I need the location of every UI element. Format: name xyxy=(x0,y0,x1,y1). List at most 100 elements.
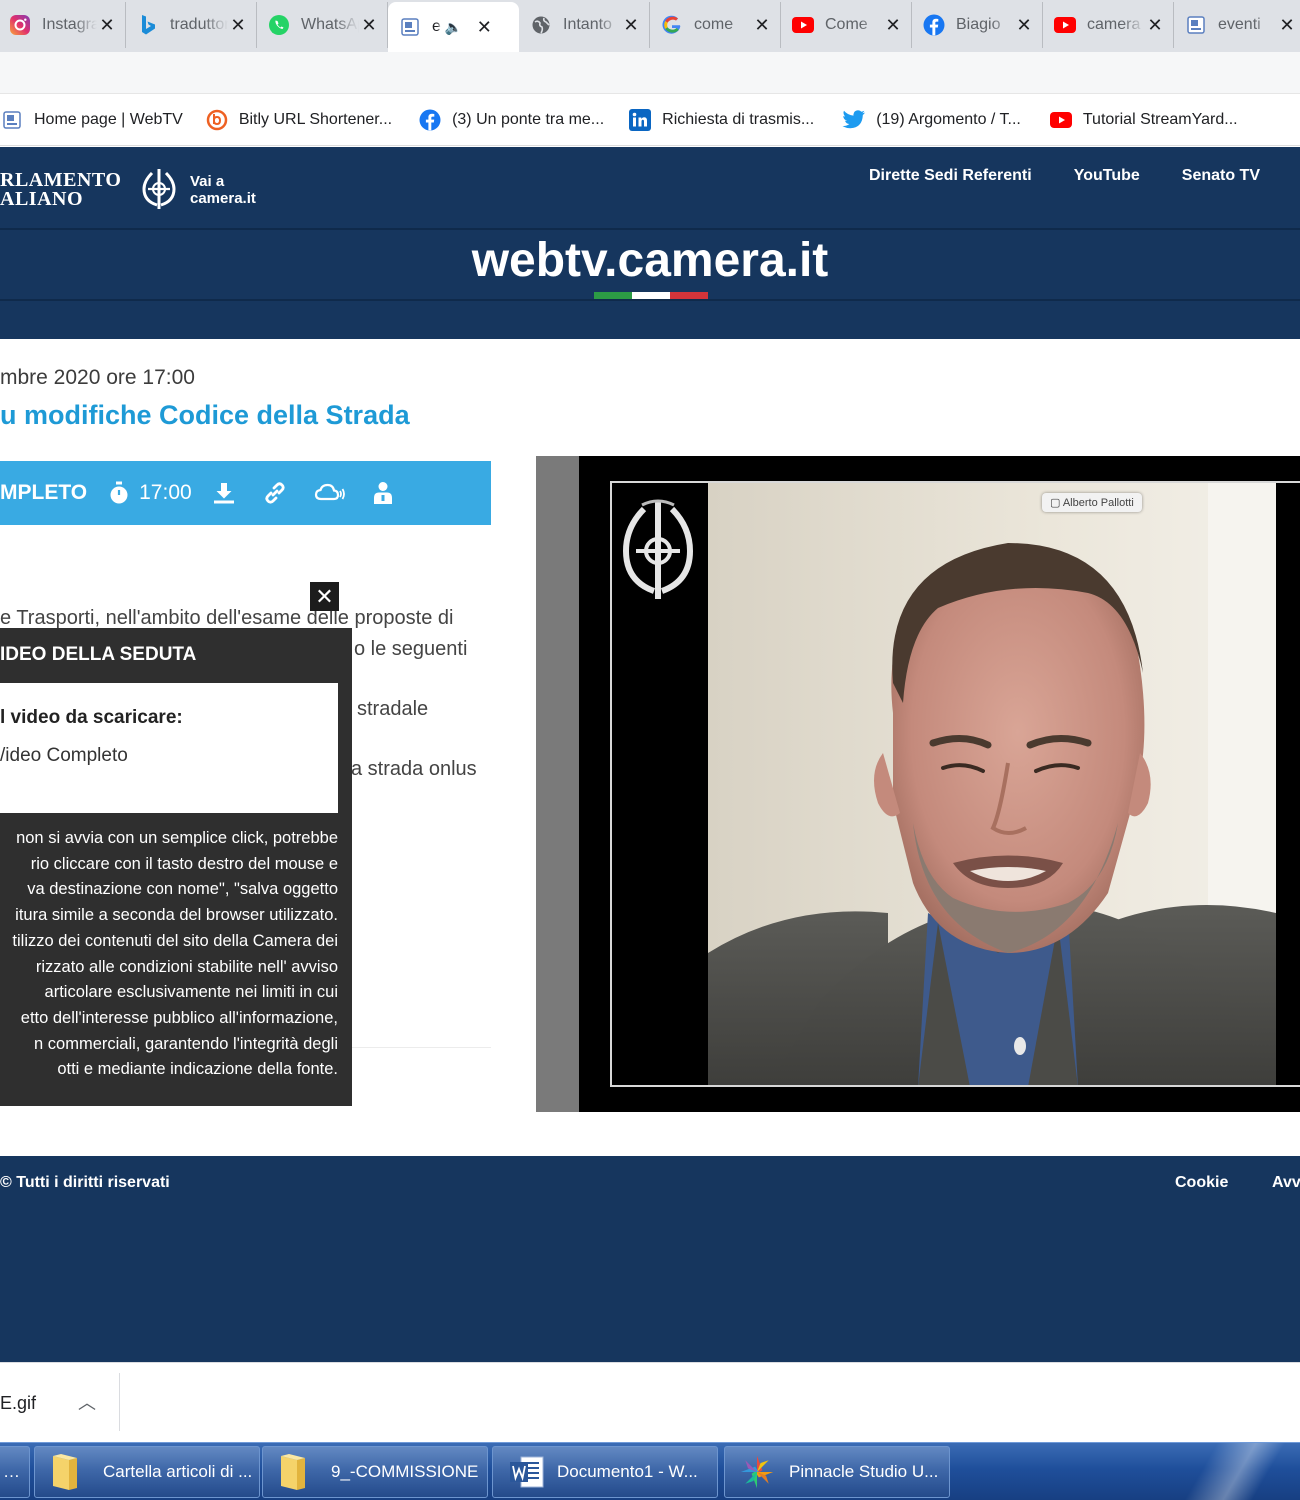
notice-line: rizzato alle condizioni stabilite nell' … xyxy=(35,957,338,976)
close-icon[interactable]: ✕ xyxy=(621,15,641,36)
camera-emblem-icon xyxy=(140,167,178,216)
shelf-divider xyxy=(119,1373,120,1431)
ellipsis-icon: … xyxy=(3,1462,20,1481)
youtube-icon xyxy=(1049,108,1073,132)
notice-line: etto dell'interesse pubblico all'informa… xyxy=(20,1008,338,1027)
header-divider xyxy=(0,228,1300,230)
download-icon[interactable] xyxy=(212,481,236,505)
tab-title: Come xyxy=(825,16,868,33)
tab-webtv-active[interactable]: e 🔈 ✕ xyxy=(388,2,519,52)
parliament-logo[interactable]: RLAMENTO ALIANO xyxy=(0,170,121,209)
speaker-name: Alberto Pallotti xyxy=(1062,497,1134,509)
bookmark-facebook[interactable]: (3) Un ponte tra me... xyxy=(418,108,604,132)
notice-line: otti e mediante indicazione della fonte. xyxy=(57,1060,338,1079)
taskbar-item-pinnacle[interactable]: Pinnacle Studio U... xyxy=(724,1446,950,1498)
session-datetime: mbre 2020 ore 17:00 xyxy=(0,366,195,389)
bookmark-youtube[interactable]: Tutorial StreamYard... xyxy=(1049,108,1238,132)
close-icon[interactable]: ✕ xyxy=(1277,15,1297,36)
bookmarks-bar: Home page | WebTV Bitly URL Shortener...… xyxy=(0,94,1300,146)
site-title[interactable]: webtv.camera.it xyxy=(0,233,1300,288)
tab-title: traduttore xyxy=(170,16,228,33)
close-icon[interactable]: ✕ xyxy=(1145,15,1165,36)
close-icon[interactable]: ✕ xyxy=(883,15,903,36)
body-text-line: stradale xyxy=(357,698,429,720)
flag-white xyxy=(632,292,670,299)
tab-eventi[interactable]: eventi ✕ xyxy=(1174,2,1300,48)
chevron-up-icon[interactable]: ︿ xyxy=(78,1389,96,1415)
google-icon xyxy=(660,13,684,37)
instagram-icon xyxy=(8,13,32,37)
download-shelf: E.gif ︿ xyxy=(0,1362,1300,1442)
link-icon[interactable] xyxy=(262,481,288,505)
close-icon[interactable]: ✕ xyxy=(97,15,117,36)
folder-icon xyxy=(275,1452,311,1492)
youtube-icon xyxy=(791,13,815,37)
taskbar-start-stub[interactable]: … xyxy=(0,1446,30,1498)
notice-line: rio cliccare con il tasto destro del mou… xyxy=(30,854,338,873)
bookmark-webtv[interactable]: Home page | WebTV xyxy=(0,108,183,132)
video-completo-label[interactable]: MPLETO xyxy=(0,481,87,505)
close-icon[interactable]: ✕ xyxy=(228,15,248,36)
top-navigation: Dirette Sedi Referenti YouTube Senato TV xyxy=(869,167,1260,185)
popup-title: IDEO DELLA SEDUTA xyxy=(0,644,197,665)
footer-link-cookie[interactable]: Cookie xyxy=(1175,1174,1228,1192)
browser-tab-strip: Instagram ✕ traduttore ✕ WhatsApp ✕ e 🔈 … xyxy=(0,0,1300,52)
vai-a-camera-link[interactable]: Vai a camera.it xyxy=(190,173,256,207)
cloud-stream-icon[interactable] xyxy=(314,482,346,504)
popup-close-button[interactable]: ✕ xyxy=(310,582,339,611)
speaker-icon[interactable]: 🔈 xyxy=(445,19,462,36)
facebook-icon xyxy=(922,13,946,37)
tab-whatsapp[interactable]: WhatsApp ✕ xyxy=(257,2,388,48)
tab-title: eventi xyxy=(1218,16,1261,33)
tab-title: come xyxy=(694,16,734,33)
bookmark-twitter[interactable]: (19) Argomento / T... xyxy=(842,108,1021,132)
taskbar-item-cartella[interactable]: Cartella articoli di ... xyxy=(34,1446,260,1498)
bookmark-linkedin[interactable]: Richiesta di trasmis... xyxy=(628,108,814,132)
taskbar-label: Documento1 - W... xyxy=(557,1462,698,1481)
bookmark-bitly[interactable]: Bitly URL Shortener... xyxy=(205,108,392,132)
tab-intanto[interactable]: Intanto ✕ xyxy=(519,2,650,48)
windows-taskbar: … Cartella articoli di ... 9_-COMMISSION… xyxy=(0,1442,1300,1500)
option-video-completo[interactable]: /ideo Completo xyxy=(0,745,128,767)
tab-title: Biagio xyxy=(956,16,1001,33)
tab-youtube-camera[interactable]: camera ✕ xyxy=(1043,2,1174,48)
close-icon[interactable]: ✕ xyxy=(752,15,772,36)
tab-instagram[interactable]: Instagram ✕ xyxy=(0,2,126,48)
italian-flag-stripe xyxy=(594,292,708,299)
tab-facebook[interactable]: Biagio ✕ xyxy=(912,2,1043,48)
footer-link-avviso[interactable]: Avvi xyxy=(1272,1174,1300,1192)
bing-icon xyxy=(136,13,160,37)
camera-emblem-icon xyxy=(618,495,698,610)
folder-icon xyxy=(47,1452,83,1492)
browser-toolbar xyxy=(0,52,1300,94)
nav-dirette-sedi-referenti[interactable]: Dirette Sedi Referenti xyxy=(869,167,1032,185)
taskbar-item-word[interactable]: Documento1 - W... xyxy=(492,1446,718,1498)
popup-question: l video da scaricare: xyxy=(0,707,183,728)
tab-google[interactable]: come ✕ xyxy=(650,2,781,48)
taskbar-label: Pinnacle Studio U... xyxy=(789,1462,939,1481)
twitter-icon xyxy=(842,108,866,132)
speaker-person-icon[interactable] xyxy=(372,481,394,505)
close-icon[interactable]: ✕ xyxy=(474,17,494,38)
bookmark-label: Richiesta di trasmis... xyxy=(662,110,815,128)
facebook-icon xyxy=(418,108,442,132)
body-text-line: a strada onlus xyxy=(351,758,477,780)
nav-youtube[interactable]: YouTube xyxy=(1074,167,1140,185)
linkedin-icon xyxy=(628,108,652,132)
bookmark-label: (19) Argomento / T... xyxy=(876,110,1021,128)
header-divider xyxy=(0,299,1300,301)
tab-bing[interactable]: traduttore ✕ xyxy=(126,2,257,48)
nav-senato-tv[interactable]: Senato TV xyxy=(1182,167,1260,185)
close-icon[interactable]: ✕ xyxy=(1014,15,1034,36)
flag-green xyxy=(594,292,632,299)
bookmark-label: Home page | WebTV xyxy=(34,110,183,128)
video-player[interactable]: ▢ Alberto Pallotti xyxy=(536,456,1300,1112)
download-video-popup: IDEO DELLA SEDUTA l video da scaricare: … xyxy=(0,628,352,1106)
close-icon[interactable]: ✕ xyxy=(359,15,379,36)
tab-youtube-come[interactable]: Come ✕ xyxy=(781,2,912,48)
player-side-bar xyxy=(536,456,579,1112)
notice-line: itura simile a seconda del browser utili… xyxy=(15,906,338,925)
webtv-icon xyxy=(0,108,24,132)
downloaded-file-name[interactable]: E.gif xyxy=(0,1393,36,1414)
taskbar-item-commissione[interactable]: 9_-COMMISSIONE xyxy=(262,1446,488,1498)
